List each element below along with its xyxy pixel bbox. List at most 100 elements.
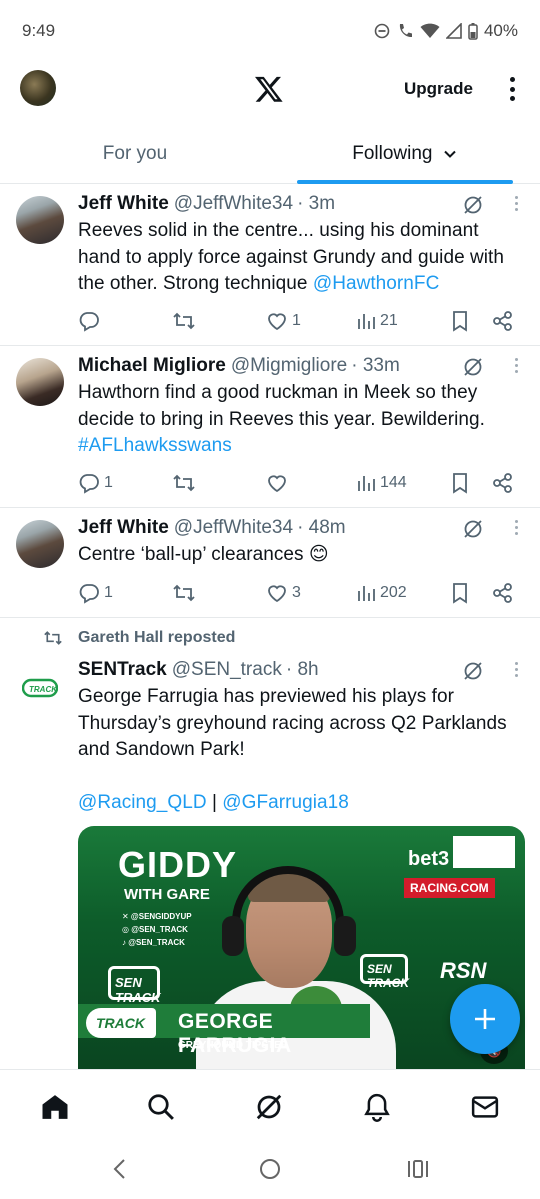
tweet-more-icon[interactable] [515,196,518,211]
tweet-header: Michael Migliore @Migmigliore · 33m [78,354,524,378]
retweet-icon [173,584,195,602]
system-navigation-bar [0,1141,540,1199]
tweet-text: Hawthorn find a good ruckman in Meek so … [78,382,485,456]
views-icon [358,476,375,491]
svg-text:TRACK: TRACK [29,685,58,694]
author-name[interactable]: Jeff White [78,516,169,540]
tweet[interactable]: Jeff White @JeffWhite34 · 48m Centre ‘ba… [0,508,540,618]
grok-icon[interactable] [462,194,484,216]
reply-icon [79,584,99,604]
grok-icon[interactable] [462,356,484,378]
battery-percent: 40% [483,21,518,40]
retweet-button[interactable] [172,310,196,332]
more-options-icon[interactable] [505,74,519,104]
notifications-icon[interactable] [362,1092,392,1122]
views-button[interactable]: 202 [356,583,407,603]
tweet[interactable]: Jeff White @JeffWhite34 · 3m Reeves soli… [0,184,540,346]
repost-indicator[interactable]: Gareth Hall reposted [42,629,235,647]
bookmark-icon [453,473,467,494]
hashtag-link[interactable]: #AFLhawksswans [78,435,232,456]
tweet-mentions: @Racing_QLD | @GFarrugia18 [78,791,349,813]
bookmark-button[interactable] [450,582,470,604]
sponsor-logo: RACING.COM [404,878,495,898]
share-button[interactable] [492,310,514,332]
repost-label: Gareth Hall reposted [78,629,236,646]
profile-avatar[interactable] [20,70,56,106]
heart-icon [268,585,286,603]
lower-third-role: GREYHOUND TIPSTER [178,1040,289,1051]
author-handle[interactable]: @JeffWhite34 [174,516,293,540]
dnd-icon [374,23,390,39]
racing-qld-logo [453,836,515,868]
tweet-more-icon[interactable] [515,358,518,373]
reply-button[interactable] [78,310,104,332]
retweet-button[interactable] [172,472,196,494]
x-logo-icon [255,76,283,102]
reply-button[interactable]: 1 [78,582,113,604]
avatar[interactable] [16,196,64,244]
home-circle-icon[interactable] [258,1157,282,1181]
lower-third: TRACK GEORGE FARRUGIA [78,1004,370,1057]
grok-icon[interactable] [254,1092,284,1122]
avatar[interactable] [16,358,64,406]
battery-icon [468,22,478,40]
retweet-icon [44,631,62,645]
mention-link[interactable]: @GFarrugia18 [222,792,349,813]
tweet-header: SENTrack @SEN_track · 8h [78,658,524,682]
messages-icon[interactable] [470,1092,500,1122]
grok-icon[interactable] [462,518,484,540]
sponsor-logo: RSN [440,958,487,983]
author-handle[interactable]: @SEN_track [172,658,282,682]
tweet-text: George Farrugia has previewed his plays … [78,686,507,760]
grok-icon[interactable] [462,660,484,682]
tab-for-you[interactable]: For you [0,130,270,183]
sentrack-logo-icon: TRACK [22,678,58,698]
like-button[interactable] [266,472,292,494]
author-name[interactable]: SENTrack [78,658,167,682]
mention-link[interactable]: @Racing_QLD [78,792,207,813]
mention-link[interactable]: @HawthornFC [313,273,439,294]
tweet-more-icon[interactable] [515,520,518,535]
retweet-button[interactable] [172,582,196,604]
like-button[interactable]: 1 [266,310,301,332]
author-handle[interactable]: @Migmigliore [231,354,347,378]
recent-apps-icon[interactable] [406,1157,430,1181]
bookmark-icon [453,311,467,332]
status-time: 9:49 [22,21,56,40]
home-icon[interactable] [40,1092,70,1122]
tweet-time: · 48m [297,517,346,538]
compose-button[interactable] [450,984,520,1054]
avatar[interactable]: TRACK [16,664,64,712]
heart-icon [268,475,286,493]
author-name[interactable]: Jeff White [78,192,169,216]
tab-following-label: Following [352,143,433,164]
status-icons: 40% [374,21,518,41]
share-icon [493,583,512,603]
author-handle[interactable]: @JeffWhite34 [174,192,293,216]
author-name[interactable]: Michael Migliore [78,354,226,378]
wifi-call-icon [399,24,412,38]
tweet[interactable]: Michael Migliore @Migmigliore · 33m Hawt… [0,346,540,508]
views-button[interactable]: 144 [356,473,407,493]
tab-following[interactable]: Following [270,130,540,184]
tweet-content: Jeff White @JeffWhite34 · 48m Centre ‘ba… [78,516,524,569]
bookmark-button[interactable] [450,310,470,332]
reply-icon [79,474,99,494]
wifi-icon [420,23,440,38]
share-button[interactable] [492,472,514,494]
bookmark-button[interactable] [450,472,470,494]
sponsor-logo: bet3 [408,848,450,870]
back-icon[interactable] [110,1157,130,1181]
share-button[interactable] [492,582,514,604]
upgrade-button[interactable]: Upgrade [404,79,473,99]
tweet-actions: 1 144 [78,471,520,495]
like-button[interactable]: 3 [266,582,301,604]
views-icon [358,314,375,329]
reply-icon [79,312,99,332]
tweet-more-icon[interactable] [515,662,518,677]
reply-button[interactable]: 1 [78,472,113,494]
views-button[interactable]: 21 [356,311,398,331]
search-icon[interactable] [146,1092,176,1122]
retweet-icon [173,474,195,492]
avatar[interactable] [16,520,64,568]
